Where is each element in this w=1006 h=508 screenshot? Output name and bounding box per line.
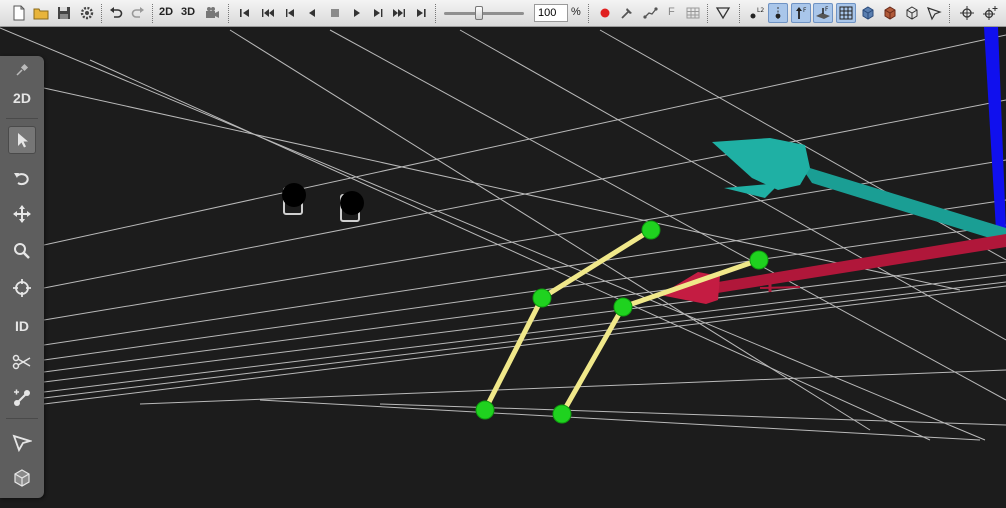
save-icon[interactable] xyxy=(54,3,74,23)
camera-1[interactable] xyxy=(282,183,306,215)
playback-speed-slider[interactable] xyxy=(440,6,528,20)
marker-label-icon[interactable]: L2 xyxy=(746,3,766,23)
step-forward-icon[interactable] xyxy=(368,3,388,23)
speed-percent-label: % xyxy=(571,6,581,18)
undo-icon[interactable] xyxy=(106,3,126,23)
tool-sidebar: 2D ID xyxy=(0,56,44,498)
center-target-icon[interactable] xyxy=(8,274,36,302)
scissors-cut-icon[interactable] xyxy=(8,348,36,376)
cube-red-icon[interactable] xyxy=(880,3,900,23)
record-icon[interactable] xyxy=(595,3,615,23)
filter-icon[interactable] xyxy=(713,3,733,23)
zoom-magnifier-icon[interactable] xyxy=(8,237,36,265)
select-arrow-icon[interactable] xyxy=(8,126,36,154)
marker[interactable] xyxy=(641,220,661,240)
svg-text:F: F xyxy=(803,7,807,14)
first-frame-icon[interactable] xyxy=(235,3,255,23)
play-reverse-icon[interactable] xyxy=(302,3,322,23)
play-icon[interactable] xyxy=(347,3,367,23)
marker[interactable] xyxy=(613,297,633,317)
settings-gear-icon[interactable] xyxy=(77,3,97,23)
segment-tool-icon[interactable] xyxy=(640,3,660,23)
playback-speed-input[interactable] xyxy=(534,4,568,22)
z-axis-arrow xyxy=(984,27,1006,230)
view-2d-button[interactable]: 2D xyxy=(159,6,173,18)
svg-text:F: F xyxy=(825,6,829,13)
3d-viewport[interactable] xyxy=(0,27,1006,508)
force-vector-icon[interactable]: F xyxy=(791,3,811,23)
fast-forward-icon[interactable] xyxy=(389,3,409,23)
new-file-icon[interactable] xyxy=(9,3,29,23)
marker[interactable] xyxy=(552,404,572,424)
force-plate-icon[interactable]: F xyxy=(813,3,833,23)
pointer-select-icon[interactable] xyxy=(924,3,944,23)
redo-icon[interactable] xyxy=(128,3,148,23)
rotate-icon[interactable] xyxy=(8,164,36,192)
grid-table-icon[interactable] xyxy=(683,3,703,23)
link-segment-icon[interactable] xyxy=(8,384,36,412)
open-folder-icon[interactable] xyxy=(31,3,51,23)
marker[interactable] xyxy=(749,250,769,270)
rewind-icon[interactable] xyxy=(258,3,278,23)
force-plate-button[interactable]: F xyxy=(668,6,675,18)
last-frame-icon[interactable] xyxy=(411,3,431,23)
pointer-cursor-icon[interactable] xyxy=(8,428,36,456)
y-axis-arrow xyxy=(712,138,1006,243)
crosshair-icon[interactable] xyxy=(957,3,977,23)
id-label-toggle[interactable]: ID xyxy=(8,312,36,340)
camera-2[interactable] xyxy=(340,191,364,222)
camera-icon[interactable] xyxy=(202,3,222,23)
marker-vertical-icon[interactable] xyxy=(768,3,788,23)
main-toolbar: 2D 3D % F L2 F F xyxy=(0,0,1006,27)
marker[interactable] xyxy=(475,400,495,420)
pin-icon[interactable] xyxy=(8,56,36,84)
hammer-tool-icon[interactable] xyxy=(617,3,637,23)
view-3d-button[interactable]: 3D xyxy=(181,6,195,18)
svg-text:L2: L2 xyxy=(757,7,764,14)
view-2d-toggle[interactable]: 2D xyxy=(8,84,36,112)
cube-outline-icon[interactable] xyxy=(902,3,922,23)
cube-blue-icon[interactable] xyxy=(858,3,878,23)
marker[interactable] xyxy=(532,288,552,308)
step-back-icon[interactable] xyxy=(280,3,300,23)
stop-icon[interactable] xyxy=(325,3,345,23)
floor-grid-icon[interactable] xyxy=(836,3,856,23)
crosshair-add-icon[interactable] xyxy=(980,3,1000,23)
pan-move-icon[interactable] xyxy=(8,200,36,228)
cube-view-icon[interactable] xyxy=(8,464,36,492)
